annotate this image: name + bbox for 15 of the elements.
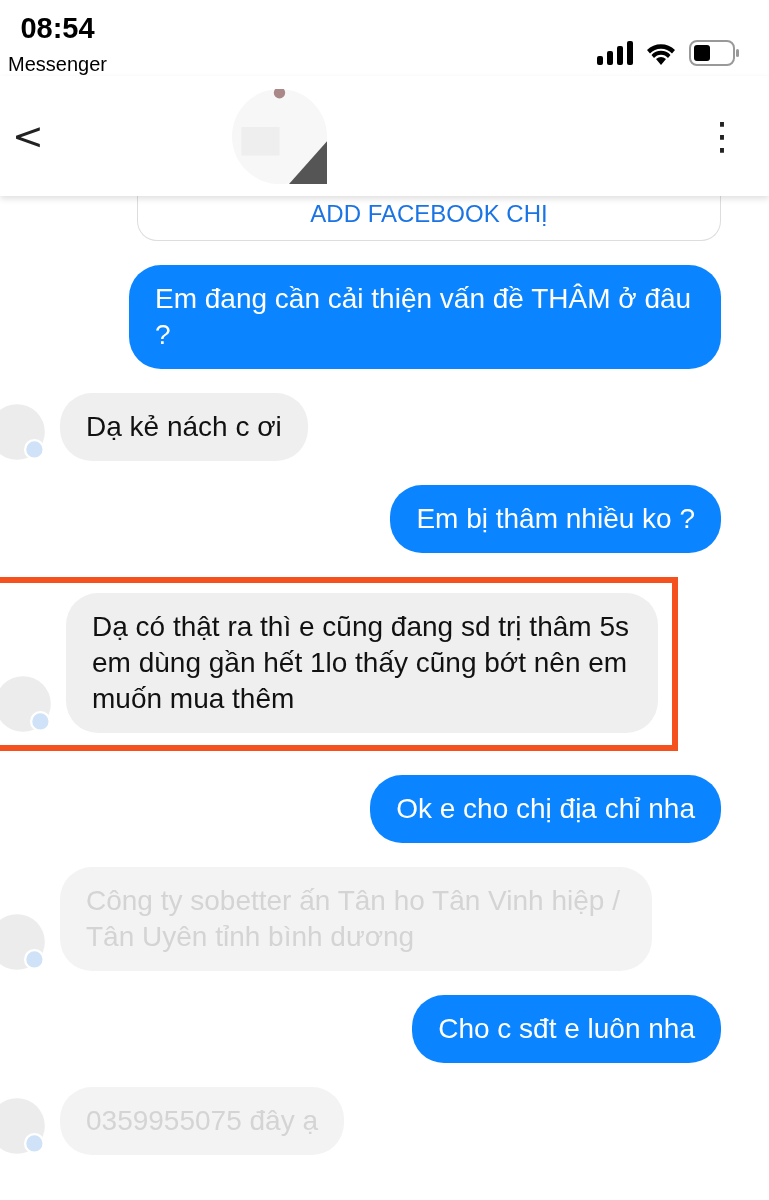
received-message: Dạ kẻ nách c ơi [60, 393, 308, 461]
back-button[interactable]: < [4, 114, 52, 158]
signal-icon [597, 41, 633, 65]
more-options-button[interactable]: ⋮ [695, 114, 749, 158]
back-to-app-link[interactable]: Messenger [8, 53, 107, 76]
received-message: Dạ có thật ra thì e cũng đang sd trị thâm 5s em dùng gần hết 1lo thấy cũng bớt nên em muốn mua thêm [66, 593, 658, 733]
link-card[interactable]: ADD FACEBOOK CHỊ [137, 196, 721, 241]
battery-icon [689, 40, 739, 66]
sent-message: Ok e cho chị địa chỉ nha [370, 775, 721, 843]
sent-message: Cho c sđt e luôn nha [412, 995, 721, 1063]
sent-message: Em bị thâm nhiều ko ? [390, 485, 721, 553]
card-link[interactable]: ADD FACEBOOK CHỊ [310, 200, 548, 228]
wifi-icon [645, 41, 677, 65]
status-time: 08:54 [20, 12, 95, 45]
sent-message: Em đang cần cải thiện vấn đề THÂM ở đâu ? [129, 265, 721, 369]
